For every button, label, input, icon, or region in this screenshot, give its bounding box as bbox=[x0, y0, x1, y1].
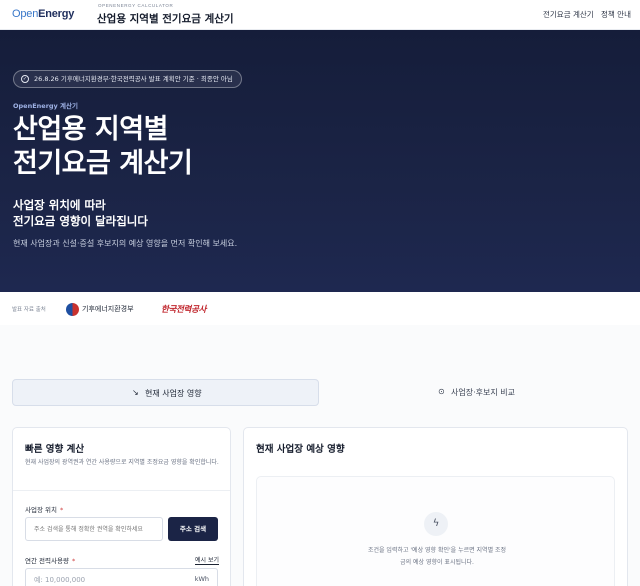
source-label: 발표 자료 출처 bbox=[12, 307, 46, 313]
notice-pill: ✓ 26.8.26 기후에너지환경부·한국전력공사 발표 계획안 기준 · 최종… bbox=[13, 70, 242, 88]
openenergy-logo[interactable]: OpenEnergy bbox=[12, 8, 74, 20]
nav-calculator[interactable]: 전기요금 계산기 bbox=[543, 9, 594, 20]
quick-calc-panel: 빠른 영향 계산 현재 사업장의 광역권과 연간 사용량으로 지역별 조정요금 … bbox=[12, 427, 231, 586]
result-title: 현재 사업장 예상 영향 bbox=[256, 444, 345, 455]
usage-label: 연간 전력사용량 * bbox=[25, 557, 76, 565]
hero-eyebrow: OpenEnergy 계산기 bbox=[13, 102, 78, 110]
hero-title: 산업용 지역별 전기요금 계산기 bbox=[13, 114, 193, 179]
brand-subtitle: OPENENERGY CALCULATOR bbox=[98, 3, 174, 8]
usage-placeholder: 예: 10,000,000 bbox=[34, 576, 86, 584]
empty-state: ϟ 조건을 입력하고 '예상 영향 확인'을 누르면 지역별 조정 금의 예상 … bbox=[256, 476, 615, 586]
nav-policy[interactable]: 정책 안내 bbox=[601, 9, 631, 20]
lightning-icon: ϟ bbox=[424, 512, 448, 536]
hero-lead: 현재 사업장과 신설·증설 후보지의 예상 영향을 먼저 확인해 보세요. bbox=[13, 239, 238, 248]
tab-current-site[interactable]: ↘ 현재 사업장 영향 bbox=[12, 379, 319, 406]
brand-title: 산업용 지역별 전기요금 계산기 bbox=[97, 13, 234, 25]
mode-tabs: ↘ 현재 사업장 영향 ⊙ 사업장·후보지 비교 bbox=[12, 379, 628, 406]
trend-icon: ↘ bbox=[132, 388, 139, 397]
hero-subtitle: 사업장 위치에 따라 전기요금 영향이 달라집니다 bbox=[13, 198, 148, 228]
usage-input[interactable]: 예: 10,000,000 kWh bbox=[25, 568, 218, 586]
hero-section: ✓ 26.8.26 기후에너지환경부·한국전력공사 발표 계획안 기준 · 최종… bbox=[0, 30, 640, 292]
taegeuk-emblem-icon bbox=[66, 302, 79, 316]
location-label: 사업장 위치 * bbox=[25, 506, 64, 514]
address-input[interactable] bbox=[25, 517, 163, 541]
example-link[interactable]: 예시 보기 bbox=[195, 555, 219, 565]
quick-calc-desc: 현재 사업장의 광역권과 연간 사용량으로 지역별 조정요금 영향을 확인합니다… bbox=[25, 459, 219, 466]
address-search-button[interactable]: 주소 검색 bbox=[168, 517, 218, 541]
quick-calc-title: 빠른 영향 계산 bbox=[25, 444, 85, 455]
shield-check-icon: ✓ bbox=[21, 75, 29, 83]
top-bar: OpenEnergy OPENENERGY CALCULATOR 산업용 지역별… bbox=[0, 0, 640, 30]
location-pin-icon: ⊙ bbox=[438, 387, 445, 396]
usage-unit: kWh bbox=[194, 575, 209, 583]
tab-site-compare[interactable]: 사업장·후보지 비교 bbox=[451, 387, 515, 398]
kepco-logo: 한국전력공사 bbox=[161, 305, 207, 315]
ministry-logo: 기후에너지환경부 bbox=[66, 302, 134, 316]
empty-state-text: 조건을 입력하고 '예상 영향 확인'을 누르면 지역별 조정 금의 예상 영향… bbox=[367, 547, 507, 566]
result-panel: 현재 사업장 예상 영향 ϟ 조건을 입력하고 '예상 영향 확인'을 누르면 … bbox=[243, 427, 628, 586]
divider bbox=[13, 490, 230, 491]
